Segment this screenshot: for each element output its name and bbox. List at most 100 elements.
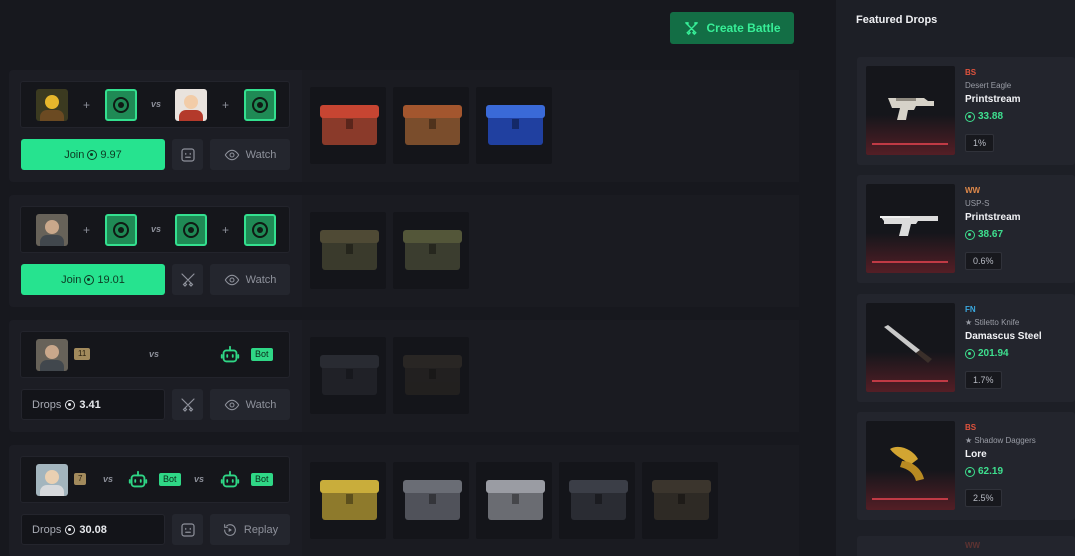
battle-row: + vs + Join 9.97 Watch bbox=[9, 70, 799, 182]
player-avatar[interactable] bbox=[36, 89, 68, 121]
bot-badge: Bot bbox=[251, 473, 273, 486]
skin-name: Damascus Steel bbox=[965, 331, 1042, 342]
mode-button[interactable] bbox=[172, 139, 203, 170]
join-slot-button[interactable] bbox=[244, 89, 276, 121]
bot-badge: Bot bbox=[251, 348, 273, 361]
case-item[interactable] bbox=[476, 462, 552, 539]
featured-drop-card[interactable]: FN ★ Stiletto Knife Damascus Steel 201.9… bbox=[857, 294, 1075, 402]
coin-icon bbox=[965, 111, 975, 122]
case-item[interactable] bbox=[393, 462, 469, 539]
item-price: 33.88 bbox=[965, 111, 1003, 122]
slot-icon bbox=[113, 97, 129, 113]
condition-badge: BS bbox=[965, 68, 977, 77]
mode-button[interactable] bbox=[172, 264, 203, 295]
player-avatar[interactable] bbox=[36, 214, 68, 246]
watch-button[interactable]: Watch bbox=[210, 139, 290, 170]
create-battle-button[interactable]: Create Battle bbox=[670, 12, 794, 44]
create-battle-label: Create Battle bbox=[706, 21, 781, 35]
featured-drops-sidebar: Featured Drops BS Desert Eagle Printstre… bbox=[836, 0, 1075, 556]
coin-icon bbox=[965, 466, 975, 477]
join-button[interactable]: Join 19.01 bbox=[21, 264, 165, 295]
replay-icon bbox=[224, 523, 236, 536]
join-slot-button[interactable] bbox=[175, 214, 207, 246]
battle-row: 11 vs Bot Drops 3.41 Watch bbox=[9, 320, 799, 432]
weapon-name: ★ Stiletto Knife bbox=[965, 318, 1020, 327]
watch-label: Watch bbox=[245, 398, 277, 411]
featured-drop-card[interactable]: WW bbox=[857, 536, 1075, 556]
players-panel: + vs + bbox=[20, 81, 290, 128]
weapon-name: ★ Shadow Daggers bbox=[965, 436, 1036, 445]
level-badge: 7 bbox=[74, 473, 87, 485]
bot-avatar bbox=[214, 339, 246, 371]
case-list bbox=[302, 195, 799, 307]
case-item[interactable] bbox=[310, 212, 386, 289]
case-item[interactable] bbox=[310, 87, 386, 164]
terminal-face-icon bbox=[180, 147, 195, 162]
item-price: 62.19 bbox=[965, 466, 1003, 477]
condition-badge: WW bbox=[965, 541, 981, 550]
join-slot-button[interactable] bbox=[244, 214, 276, 246]
player-avatar[interactable] bbox=[175, 89, 207, 121]
case-item[interactable] bbox=[393, 87, 469, 164]
case-item[interactable] bbox=[559, 462, 635, 539]
robot-icon bbox=[128, 470, 148, 488]
price-value: 201.94 bbox=[978, 348, 1009, 359]
eye-icon bbox=[224, 274, 239, 285]
price-value: 62.19 bbox=[978, 466, 1004, 477]
terminal-face-icon bbox=[180, 522, 195, 537]
team-plus: + bbox=[222, 223, 230, 237]
skin-name: Printstream bbox=[965, 212, 1021, 223]
weapon-name: USP-S bbox=[965, 199, 990, 208]
crossed-swords-icon bbox=[180, 397, 195, 412]
skin-name: Lore bbox=[965, 449, 987, 460]
case-item[interactable] bbox=[393, 337, 469, 414]
mode-button[interactable] bbox=[172, 389, 203, 420]
coin-icon bbox=[965, 229, 975, 240]
robot-icon bbox=[220, 470, 240, 488]
watch-button[interactable]: Watch bbox=[210, 389, 290, 420]
replay-button[interactable]: Replay bbox=[210, 514, 290, 545]
daggers-icon bbox=[890, 446, 924, 481]
vs-label: vs bbox=[194, 474, 205, 484]
watch-button[interactable]: Watch bbox=[210, 264, 290, 295]
drop-chance: 0.6% bbox=[965, 252, 1002, 270]
robot-icon bbox=[220, 345, 240, 363]
item-price: 201.94 bbox=[965, 348, 1009, 359]
join-slot-button[interactable] bbox=[105, 89, 137, 121]
case-item[interactable] bbox=[393, 212, 469, 289]
case-item[interactable] bbox=[310, 337, 386, 414]
case-item[interactable] bbox=[310, 462, 386, 539]
player-avatar[interactable] bbox=[36, 464, 68, 496]
price-value: 38.67 bbox=[978, 229, 1004, 240]
eye-icon bbox=[224, 399, 239, 410]
skin-name: Printstream bbox=[965, 94, 1021, 105]
player-avatar[interactable] bbox=[36, 339, 68, 371]
item-image bbox=[866, 303, 955, 392]
featured-drop-card[interactable]: WW USP-S Printstream 38.67 0.6% bbox=[857, 175, 1075, 283]
case-item[interactable] bbox=[476, 87, 552, 164]
join-slot-button[interactable] bbox=[105, 214, 137, 246]
level-badge: 11 bbox=[74, 348, 91, 360]
drops-value: 30.08 bbox=[79, 523, 107, 536]
drops-summary: Drops 3.41 bbox=[21, 389, 165, 420]
item-price: 38.67 bbox=[965, 229, 1003, 240]
condition-badge: FN bbox=[965, 305, 976, 314]
vs-label: vs bbox=[151, 224, 162, 234]
vs-label: vs bbox=[151, 99, 162, 109]
condition-badge: BS bbox=[965, 423, 977, 432]
join-price: 19.01 bbox=[97, 273, 125, 286]
bot-avatar bbox=[122, 464, 154, 496]
bot-badge: Bot bbox=[159, 473, 181, 486]
mode-button[interactable] bbox=[172, 514, 203, 545]
case-item[interactable] bbox=[642, 462, 718, 539]
battle-row: 7 vs Bot vs Bot Drops 30.08 Replay bbox=[9, 445, 799, 556]
item-image bbox=[866, 421, 955, 510]
pistol-icon bbox=[888, 98, 934, 120]
case-list bbox=[302, 445, 799, 556]
item-image bbox=[866, 66, 955, 155]
drop-chance: 1% bbox=[965, 134, 995, 152]
featured-drop-card[interactable]: BS Desert Eagle Printstream 33.88 1% bbox=[857, 57, 1075, 165]
join-button[interactable]: Join 9.97 bbox=[21, 139, 165, 170]
battles-panel: Create Battle + vs + Join 9.97 Watch + v… bbox=[0, 0, 836, 556]
featured-drop-card[interactable]: BS ★ Shadow Daggers Lore 62.19 2.5% bbox=[857, 412, 1075, 520]
